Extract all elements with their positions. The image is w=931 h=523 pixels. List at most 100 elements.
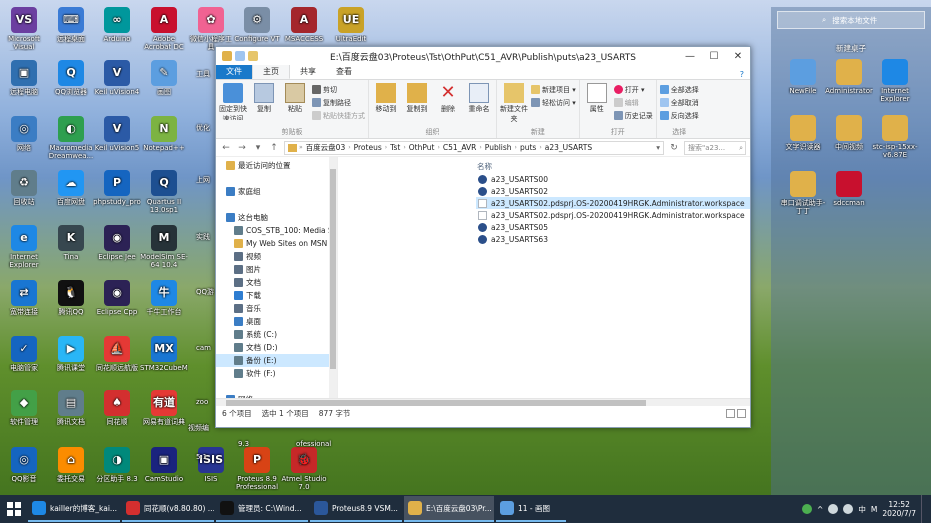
desktop-icon[interactable]: ⛵ 同花顺远航版 <box>93 336 141 380</box>
desktop-icon[interactable]: ⌨ 远程桌面 <box>47 7 95 51</box>
select-none-button[interactable]: 全部取消 <box>659 97 699 108</box>
desktop-icon[interactable]: ▶ 腾讯课堂 <box>47 336 95 380</box>
help-icon[interactable]: ? <box>740 70 750 79</box>
desktop-icon[interactable]: ◑ 分区助手 8.3 <box>93 447 141 491</box>
desktop-icon[interactable]: V Keil uVision4 <box>93 60 141 104</box>
paste-shortcut-button[interactable]: 粘贴快捷方式 <box>312 110 365 121</box>
file-row[interactable]: a23_USARTS0220 <box>476 185 750 197</box>
select-all-button[interactable]: 全部选择 <box>659 84 699 95</box>
history-button[interactable]: 历史记录 <box>613 110 653 121</box>
fence-icon[interactable]: Administrator <box>825 59 873 103</box>
desktop-icon[interactable]: 有道 网易有道词典 <box>140 390 188 434</box>
name-column-header[interactable]: ^ 名称 <box>338 157 750 173</box>
taskbar-button[interactable]: kailler的博客_kai... <box>28 496 120 522</box>
desktop-icon[interactable]: VS Microsoft Visual Studio... <box>0 7 48 51</box>
desktop-icon[interactable]: V Keil uVision5 <box>93 116 141 160</box>
folder-search-input[interactable]: 搜索"a23... ⌕ <box>684 140 746 155</box>
file-row[interactable]: a23_USARTS0020 <box>476 173 750 185</box>
desktop-icon[interactable]: ♠ 同花顺 <box>93 390 141 434</box>
desktop-icon[interactable]: N Notepad++ <box>140 116 188 160</box>
taskbar-button[interactable]: Proteus8.9 VSM... <box>310 496 402 522</box>
taskbar-button[interactable]: 同花顺(v8.80.80) ... <box>122 496 214 522</box>
nav-item[interactable]: 软件 (F:) <box>216 367 337 380</box>
scrollbar-thumb[interactable] <box>226 400 646 406</box>
shield-icon[interactable] <box>802 504 813 514</box>
volume-icon[interactable] <box>843 504 854 514</box>
delete-button[interactable]: ✕ 删除 <box>434 83 462 127</box>
close-button[interactable]: ✕ <box>726 47 750 65</box>
desktop-icon[interactable]: A MSACCESS <box>280 7 328 51</box>
desktop-icon[interactable]: ⇄ 宽带连接 <box>0 280 48 324</box>
chevron-up-icon[interactable]: ^ <box>817 505 823 514</box>
back-button[interactable]: ← <box>220 142 232 154</box>
breadcrumb-item[interactable]: C51_AVR <box>440 143 480 152</box>
rename-button[interactable]: 重命名 <box>465 83 493 127</box>
pin-quick-access-button[interactable]: 固定到快速访问 <box>219 83 247 127</box>
maximize-button[interactable]: ☐ <box>702 47 726 65</box>
desktop-icon[interactable]: ◐ Macromedia Dreamwea... <box>47 116 95 160</box>
desktop-icon[interactable]: ∞ Arduino <box>93 7 141 51</box>
show-desktop-button[interactable] <box>921 495 925 523</box>
up-button[interactable]: ↑ <box>268 142 280 154</box>
fence-icon[interactable]: 串口调试助手-丁丁 <box>779 171 827 215</box>
large-icons-view-icon[interactable] <box>737 408 746 418</box>
new-item-button[interactable]: 新建项目 ▾ <box>531 84 576 95</box>
edit-button[interactable]: 编辑 <box>613 97 653 108</box>
new-folder-button[interactable]: 新建文件夹 <box>500 83 528 127</box>
new-folder-icon[interactable] <box>248 51 258 61</box>
desktop-icon[interactable]: ♻ 回收站 <box>0 170 48 214</box>
desktop-icon[interactable]: UE UltraEdit <box>327 7 375 51</box>
breadcrumb-item[interactable]: a23_USARTS <box>542 143 595 152</box>
nav-item[interactable]: 文档 <box>216 276 337 289</box>
desktop-icon[interactable]: MX STM32CubeMX <box>140 336 188 380</box>
desktop-icon[interactable]: Q Quartus II 13.0sp1 (64... <box>140 170 188 214</box>
file-row[interactable]: a23_USARTS0520 <box>476 221 750 233</box>
fence-icon[interactable]: stc-isp-15xx-v6.87E <box>871 115 919 159</box>
desktop-icon[interactable]: 🐞 Atmel Studio 7.0 <box>280 447 328 491</box>
nav-item[interactable]: 音乐 <box>216 302 337 315</box>
address-history-chevron-icon[interactable]: ▾ <box>656 143 663 152</box>
navigation-pane-scrollbar[interactable] <box>329 157 337 398</box>
ribbon-tab[interactable]: 主页 <box>252 63 290 79</box>
keyboard-layout[interactable]: M <box>871 505 877 514</box>
file-row[interactable]: a23_USARTS02.pdsprj.OS-20200419HRGK.Admi… <box>476 197 750 209</box>
desktop-icon[interactable]: M ModelSim SE-64 10.4 <box>140 225 188 269</box>
desktop-icon[interactable]: ✿ 微信小程序工具 <box>187 7 235 51</box>
start-button[interactable] <box>0 495 28 523</box>
desktop-icon[interactable]: Q QQ浏览器 <box>47 60 95 104</box>
nav-item[interactable]: 文档 (D:) <box>216 341 337 354</box>
desktop-icon[interactable]: P Proteus 8.9 Professional <box>233 447 281 491</box>
desktop-icon[interactable]: ✎ 画图 <box>140 60 188 104</box>
desktop-icon[interactable]: A Adobe Acrobat DC <box>140 7 188 51</box>
ribbon-tab[interactable]: 查看 <box>326 64 362 79</box>
nav-item[interactable]: 图片 <box>216 263 337 276</box>
desktop-icon[interactable]: 🐧 腾讯QQ <box>47 280 95 324</box>
breadcrumb-item[interactable]: puts <box>517 143 539 152</box>
nav-item[interactable]: COS_STB_100: Media Serv <box>216 224 337 237</box>
fence-icon[interactable]: sdccman <box>825 171 873 215</box>
details-view-icon[interactable] <box>726 408 735 418</box>
copy-button[interactable]: 复制 <box>250 83 278 127</box>
ribbon-tab[interactable]: 共享 <box>290 64 326 79</box>
fence-icon[interactable]: NewFile <box>779 59 827 103</box>
desktop-icon[interactable]: ☁ 百度网盘 <box>47 170 95 214</box>
breadcrumb-item[interactable]: Tst <box>387 143 403 152</box>
taskbar-button[interactable]: 管理员: C:\Wind... <box>216 496 308 522</box>
nav-item[interactable]: 备份 (E:) <box>216 354 337 367</box>
properties-icon[interactable] <box>235 51 245 61</box>
fence-icon[interactable]: Internet Explorer <box>871 59 919 103</box>
nav-item[interactable]: 桌面 <box>216 315 337 328</box>
file-list-horizontal-scrollbar[interactable] <box>216 398 750 406</box>
desktop-icon[interactable]: ✓ 电脑管家 <box>0 336 48 380</box>
invert-selection-button[interactable]: 反向选择 <box>659 110 699 121</box>
breadcrumb-item[interactable]: Proteus <box>351 143 385 152</box>
desktop-icon[interactable]: ◆ 软件管理 <box>0 390 48 434</box>
taskbar-button[interactable]: E:\百度云盘03\Pr... <box>404 496 494 522</box>
properties-button[interactable]: 属性 <box>583 83 611 127</box>
move-to-button[interactable]: 移动到 <box>372 83 400 127</box>
breadcrumb-item[interactable]: 百度云盘03 <box>303 142 349 153</box>
fence-icon[interactable]: 文字识读器 <box>779 115 827 159</box>
fence-icon[interactable]: 中间视频 <box>825 115 873 159</box>
desktop-icon[interactable]: ◎ QQ影音 <box>0 447 48 491</box>
minimize-button[interactable]: — <box>678 47 702 65</box>
